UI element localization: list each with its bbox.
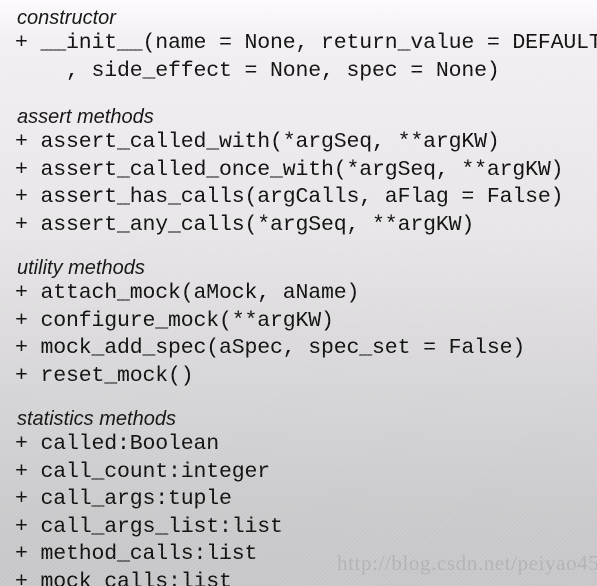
member-item: + mock_add_spec(aSpec, spec_set = False) bbox=[15, 336, 526, 360]
member-item: + called:Boolean bbox=[15, 432, 220, 456]
class-diagram-canvas: http://blog.csdn.net/peiyao456 construct… bbox=[0, 0, 597, 586]
member-list-assert-methods: + assert_called_with(*argSeq, **argKW) +… bbox=[0, 129, 597, 239]
member-item: + assert_any_calls(*argSeq, **argKW) bbox=[15, 212, 475, 237]
member-item: + method_calls:list bbox=[15, 542, 258, 566]
member-item: + call_args:tuple bbox=[15, 487, 232, 511]
member-item: + mock_calls:list bbox=[15, 569, 232, 586]
section-assert-methods: assert methods + assert_called_with(*arg… bbox=[0, 105, 597, 239]
section-heading-statistics-methods: statistics methods bbox=[17, 408, 176, 430]
section-heading-constructor: constructor bbox=[17, 7, 116, 29]
member-list-utility-methods: + attach_mock(aMock, aName) + configure_… bbox=[0, 280, 597, 390]
member-item: + call_args_list:list bbox=[15, 514, 283, 539]
member-list-constructor: + __init__(name = None, return_value = D… bbox=[0, 30, 597, 85]
member-item: + attach_mock(aMock, aName) bbox=[15, 281, 360, 305]
member-item: + configure_mock(**argKW) bbox=[15, 308, 334, 333]
section-constructor: constructor + __init__(name = None, retu… bbox=[0, 6, 597, 85]
member-item-continuation: , side_effect = None, spec = None) bbox=[15, 58, 500, 83]
member-item: + assert_called_once_with(*argSeq, **arg… bbox=[15, 157, 564, 182]
member-item: + __init__(name = None, return_value = D… bbox=[15, 31, 597, 55]
member-item: + reset_mock() bbox=[15, 363, 194, 388]
section-statistics-methods: statistics methods + called:Boolean + ca… bbox=[0, 407, 597, 586]
section-heading-assert-methods: assert methods bbox=[17, 106, 154, 128]
member-item: + assert_called_with(*argSeq, **argKW) bbox=[15, 130, 500, 154]
section-heading-utility-methods: utility methods bbox=[17, 257, 145, 279]
member-item: + assert_has_calls(argCalls, aFlag = Fal… bbox=[15, 185, 564, 209]
member-item: + call_count:integer bbox=[15, 459, 271, 484]
member-list-statistics-methods: + called:Boolean + call_count:integer + … bbox=[0, 431, 597, 586]
section-utility-methods: utility methods + attach_mock(aMock, aNa… bbox=[0, 256, 597, 390]
